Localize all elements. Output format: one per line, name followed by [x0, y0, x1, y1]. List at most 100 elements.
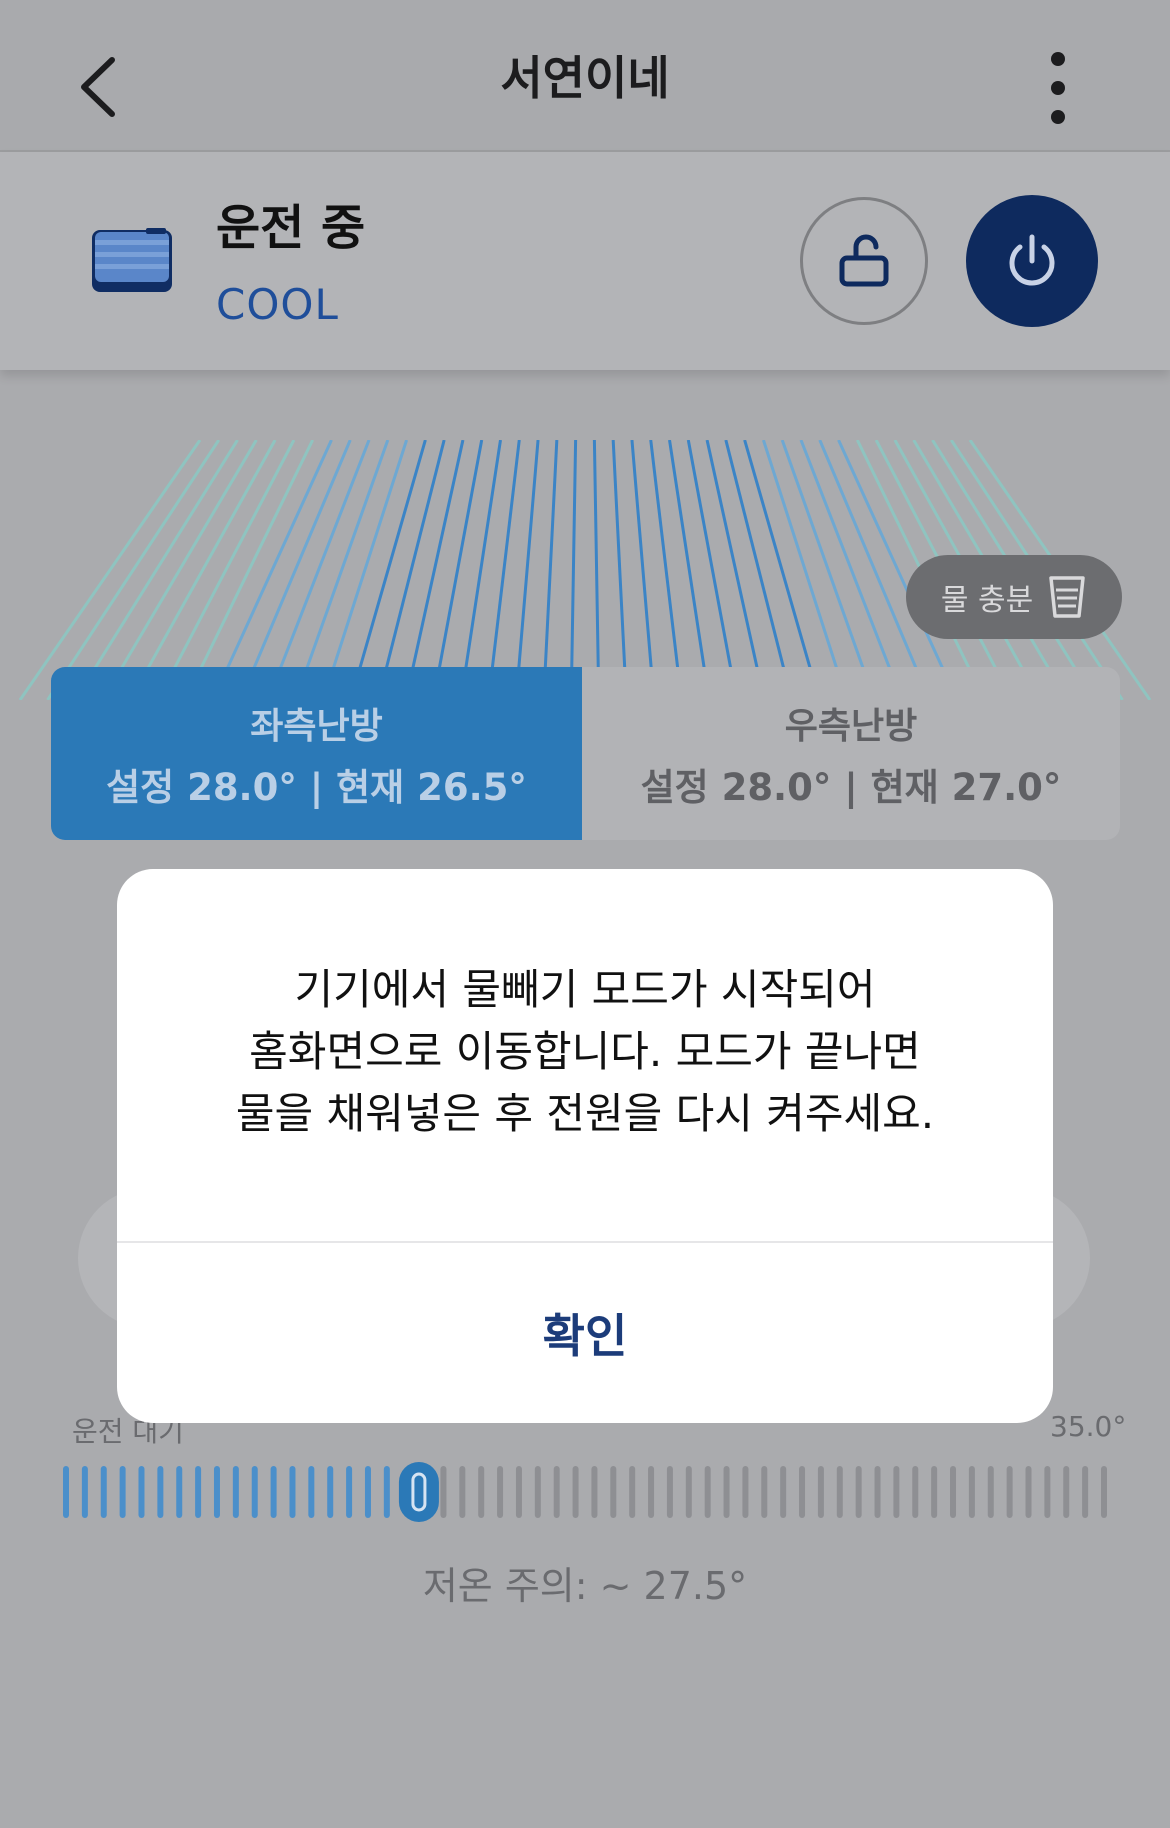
slider-tick	[534, 1466, 541, 1518]
slider-tick	[1082, 1466, 1089, 1518]
slider-tick	[176, 1466, 183, 1518]
slider-tick	[195, 1466, 202, 1518]
slider-tick	[459, 1466, 466, 1518]
airflow-line	[630, 440, 656, 700]
slider-tick	[440, 1466, 447, 1518]
slider-tick	[666, 1466, 673, 1518]
water-level-badge: 물 충분	[906, 555, 1122, 639]
low-temp-warning: 저온 주의: ~ 27.5°	[422, 1564, 748, 1608]
slider-tick	[780, 1466, 787, 1518]
slider-tick	[893, 1466, 900, 1518]
operation-status: 운전 중	[216, 200, 366, 256]
zone-left-name: 좌측난방	[250, 705, 383, 747]
slider-tick	[63, 1466, 69, 1518]
alert-dialog: 기기에서 물빼기 모드가 시작되어 홈화면으로 이동합니다. 모드가 끝나면 물…	[117, 869, 1053, 1423]
slider-tick	[629, 1466, 636, 1518]
slider-tick	[1006, 1466, 1013, 1518]
slider-tick	[383, 1466, 390, 1518]
slider-tick	[213, 1466, 220, 1518]
slider-thumb[interactable]	[398, 1462, 439, 1522]
airflow-line	[431, 440, 484, 700]
operation-mode: COOL	[216, 280, 339, 329]
slider-tick	[987, 1466, 994, 1518]
slider-tick	[1025, 1466, 1032, 1518]
slider-tick	[723, 1466, 730, 1518]
airflow-line	[799, 440, 904, 700]
slider-tick	[289, 1466, 296, 1518]
slider-tick	[591, 1466, 598, 1518]
slider-tick	[478, 1466, 485, 1518]
slider-tick	[648, 1466, 655, 1518]
slider-tick	[968, 1466, 975, 1518]
airflow-line	[761, 440, 849, 700]
airflow-line	[46, 440, 221, 700]
slider-tick	[327, 1466, 334, 1518]
slider-tick	[251, 1466, 258, 1518]
mattress-device-icon	[92, 228, 176, 294]
power-icon	[1009, 234, 1055, 286]
slider-tick	[685, 1466, 692, 1518]
zone-right-name: 우측난방	[784, 705, 918, 747]
slider-tick	[157, 1466, 164, 1518]
slider-tick	[1063, 1466, 1070, 1518]
water-level-label: 물 충분	[940, 583, 1034, 618]
more-dot-icon	[1051, 81, 1065, 95]
airflow-line	[73, 440, 239, 700]
airflow-line	[128, 440, 277, 700]
slider-tick	[817, 1466, 824, 1518]
confirm-button[interactable]: 확인	[117, 1243, 1053, 1423]
slider-tick	[950, 1466, 957, 1518]
airflow-line	[592, 440, 601, 700]
slider-tick	[119, 1466, 126, 1518]
page-title: 서연이네	[500, 51, 670, 105]
airflow-line	[569, 440, 578, 700]
slider-max-label: 35.0°	[1050, 1410, 1127, 1443]
more-dot-icon	[1051, 110, 1065, 124]
water-cup-icon	[1049, 576, 1085, 618]
airflow-line	[818, 440, 931, 700]
slider-tick	[799, 1466, 806, 1518]
more-options-button[interactable]	[1040, 52, 1076, 124]
airflow-line	[686, 440, 739, 700]
slider-tick	[1101, 1466, 1107, 1518]
more-dot-icon	[1051, 52, 1065, 66]
slider-tick	[81, 1466, 88, 1518]
slider-tick	[742, 1466, 749, 1518]
airflow-line	[611, 440, 628, 700]
slider-tick	[138, 1466, 145, 1518]
alert-message: 기기에서 물빼기 모드가 시작되어 홈화면으로 이동합니다. 모드가 끝나면 물…	[235, 965, 935, 1138]
power-button[interactable]	[966, 195, 1098, 327]
airflow-line	[294, 440, 390, 700]
airflow-line	[239, 440, 352, 700]
zone-left-temps: 설정 28.0° | 현재 26.5°	[106, 765, 527, 809]
slider-tick	[515, 1466, 522, 1518]
zone-tab-right[interactable]: 우측난방 설정 28.0° | 현재 27.0°	[582, 667, 1120, 840]
slider-tick	[610, 1466, 617, 1518]
slider-tick	[346, 1466, 353, 1518]
temperature-slider[interactable]	[62, 1462, 1108, 1522]
slider-tick	[497, 1466, 504, 1518]
zone-tab-left[interactable]: 좌측난방 설정 28.0° | 현재 26.5°	[51, 667, 582, 840]
slider-tick	[1044, 1466, 1051, 1518]
airflow-line	[18, 440, 202, 700]
airflow-line	[514, 440, 540, 700]
unlock-icon	[839, 234, 889, 287]
airflow-line	[542, 440, 559, 700]
airflow-line	[266, 440, 371, 700]
slider-tick	[270, 1466, 277, 1518]
slider-tick	[364, 1466, 371, 1518]
slider-tick	[836, 1466, 843, 1518]
slider-tick	[874, 1466, 881, 1518]
slider-tick	[232, 1466, 239, 1518]
zone-right-temps: 설정 28.0° | 현재 27.0°	[640, 765, 1062, 809]
airflow-line	[780, 440, 876, 700]
slider-tick	[100, 1466, 107, 1518]
slider-tick	[704, 1466, 711, 1518]
airflow-line	[321, 440, 409, 700]
slider-tick	[912, 1466, 919, 1518]
slider-tick	[931, 1466, 938, 1518]
child-lock-button[interactable]	[800, 197, 928, 325]
slider-tick	[761, 1466, 768, 1518]
slider-tick	[855, 1466, 862, 1518]
slider-tick	[308, 1466, 315, 1518]
